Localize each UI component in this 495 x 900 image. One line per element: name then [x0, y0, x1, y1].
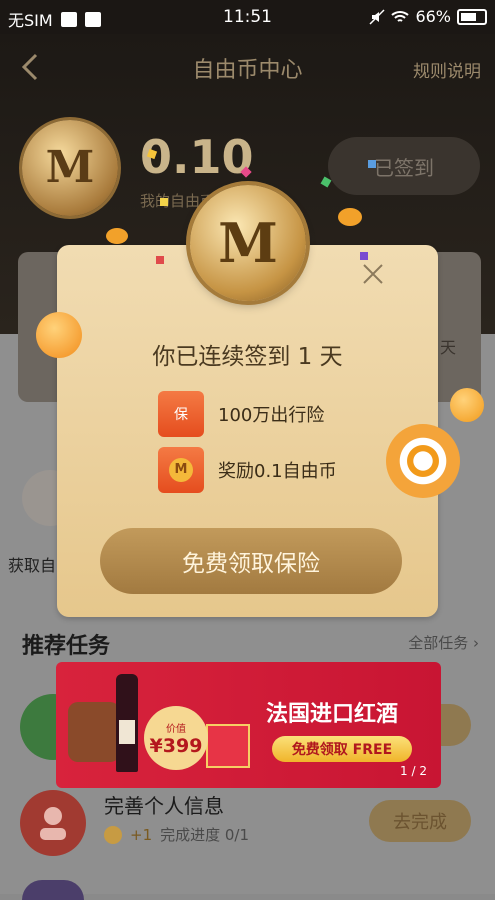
task-meta: +1 完成进度 0/1 — [104, 824, 249, 845]
status-bar: 无SIM 11:51 66% — [0, 0, 495, 34]
wine-bottle-image — [116, 674, 138, 772]
ad-pager: 1 / 2 — [400, 764, 427, 778]
signed-in-button[interactable]: 已签到 — [328, 137, 480, 195]
confetti-orb — [338, 208, 362, 226]
coin-balance: 0.10 — [140, 130, 254, 184]
signin-card-day: 天 — [440, 338, 457, 357]
freedom-coin-icon: M — [190, 185, 306, 301]
barrel-image — [68, 702, 120, 762]
wifi-icon — [391, 10, 410, 22]
task-complete-button[interactable]: 去完成 — [369, 800, 471, 842]
profile-task-icon — [20, 790, 86, 856]
task-row: 完善个人信息 +1 完成进度 0/1 去完成 — [0, 780, 495, 860]
user-icon — [40, 807, 66, 840]
gift-box-image — [206, 724, 250, 768]
confetti-orb — [450, 388, 484, 422]
reward-text: 奖励0.1自由币 — [218, 461, 337, 482]
ad-banner[interactable]: 价值 ¥399 法国进口红酒 免费领取 FREE 1 / 2 — [56, 662, 441, 788]
price-badge: 价值 ¥399 — [144, 706, 208, 770]
coin-reward-icon: M — [158, 447, 204, 493]
earn-coin-label: 获取自 — [8, 556, 57, 575]
confetti — [156, 256, 164, 264]
confetti — [160, 198, 168, 206]
freedom-coin-icon: M — [22, 120, 118, 216]
confetti — [368, 160, 376, 168]
confetti-orb — [36, 312, 82, 358]
rules-link[interactable]: 规则说明 — [413, 57, 481, 82]
floating-ball-icon[interactable] — [386, 424, 460, 498]
insurance-shield-icon: 保 — [158, 391, 204, 437]
battery-icon — [457, 8, 487, 25]
next-task-icon — [22, 880, 84, 900]
mute-icon — [369, 8, 385, 25]
ad-claim-button[interactable]: 免费领取 FREE — [272, 736, 412, 762]
reward-item: 保 100万出行险 — [158, 390, 324, 438]
claim-insurance-button[interactable]: 免费领取保险 — [100, 528, 402, 594]
reward-text: 100万出行险 — [218, 405, 325, 426]
close-icon[interactable] — [361, 262, 385, 286]
reward-item: M 奖励0.1自由币 — [158, 446, 337, 494]
recommended-tasks-title: 推荐任务 — [22, 634, 111, 659]
all-tasks-link[interactable]: 全部任务 › — [408, 632, 479, 653]
task-progress: 完成进度 0/1 — [160, 826, 250, 844]
confetti-orb — [106, 228, 128, 244]
modal-title: 你已连续签到 1 天 — [152, 344, 343, 370]
battery-percent: 66% — [415, 7, 451, 26]
task-title: 完善个人信息 — [104, 794, 224, 818]
confetti — [360, 252, 368, 260]
task-reward: +1 — [130, 825, 153, 844]
ad-title: 法国进口红酒 — [266, 702, 399, 727]
coin-icon — [104, 825, 122, 844]
